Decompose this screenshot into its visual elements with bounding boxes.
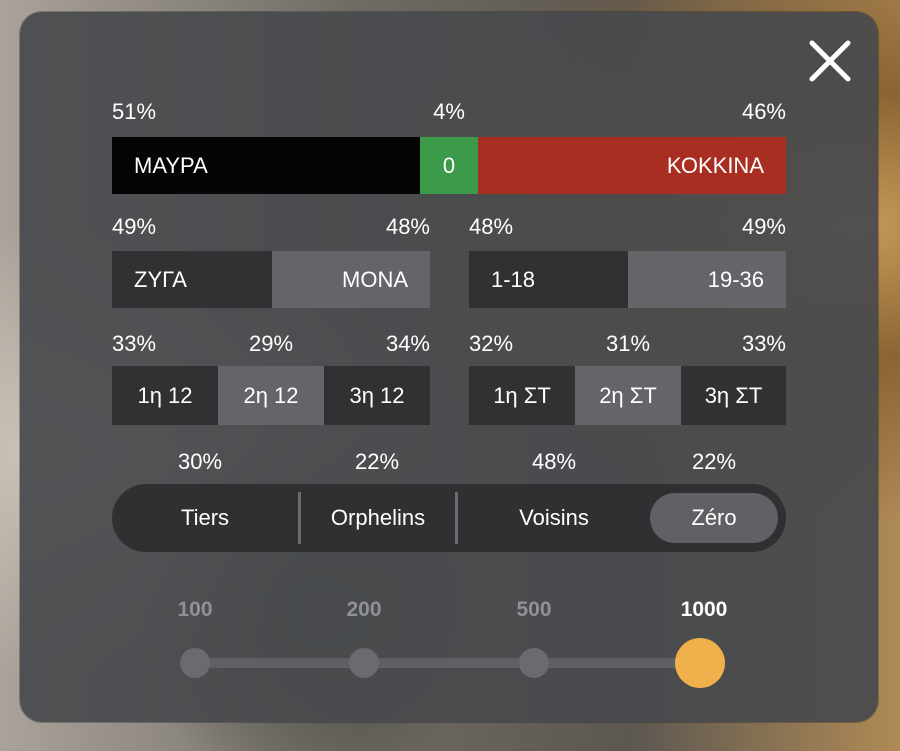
dozen-1-percent: 33% bbox=[112, 331, 157, 356]
dozen-2-percent: 29% bbox=[248, 331, 294, 356]
rounds-stop-200[interactable] bbox=[349, 648, 379, 678]
voisins-option[interactable]: Voisins bbox=[458, 484, 650, 552]
tiers-percent: 30% bbox=[177, 449, 223, 474]
zero-game-percent: 22% bbox=[691, 449, 737, 474]
column-3-percent: 33% bbox=[741, 331, 786, 356]
low-bet-label: 1-18 bbox=[491, 266, 536, 292]
red-percent: 46% bbox=[741, 99, 786, 124]
column-3-bet[interactable]: 3η ΣΤ bbox=[681, 366, 786, 425]
even-bet[interactable]: ΖΥΓΑ bbox=[112, 251, 272, 308]
column-2-label: 2η ΣΤ bbox=[599, 382, 657, 408]
rounds-stop-100[interactable] bbox=[180, 648, 210, 678]
close-icon bbox=[809, 40, 851, 82]
red-bet-label: ΚΟΚΚΙΝΑ bbox=[666, 152, 764, 178]
even-bet-label: ΖΥΓΑ bbox=[134, 266, 187, 292]
high-bet-label: 19-36 bbox=[707, 266, 764, 292]
voisins-label: Voisins bbox=[519, 505, 589, 530]
dozen-2-bet[interactable]: 2η 12 bbox=[218, 366, 324, 425]
black-bet[interactable]: ΜΑΥΡΑ bbox=[112, 137, 420, 194]
odd-bet-label: ΜΟΝΑ bbox=[342, 266, 408, 292]
tiers-label: Tiers bbox=[180, 505, 230, 530]
dozen-1-label: 1η 12 bbox=[137, 382, 193, 408]
column-1-percent: 32% bbox=[469, 331, 514, 356]
dozen-1-bet[interactable]: 1η 12 bbox=[112, 366, 218, 425]
rounds-option-100-label: 100 bbox=[177, 598, 213, 621]
zero-bet-label: 0 bbox=[442, 152, 456, 178]
dozen-3-percent: 34% bbox=[385, 331, 430, 356]
dozen-3-bet[interactable]: 3η 12 bbox=[324, 366, 430, 425]
high-percent: 49% bbox=[741, 214, 786, 239]
low-bet[interactable]: 1-18 bbox=[469, 251, 628, 308]
column-1-label: 1η ΣΤ bbox=[493, 382, 551, 408]
rounds-option-1000-label: 1000 bbox=[680, 598, 728, 621]
orphelins-option[interactable]: Orphelins bbox=[301, 484, 455, 552]
voisins-percent: 48% bbox=[531, 449, 577, 474]
column-2-bet[interactable]: 2η ΣΤ bbox=[575, 366, 681, 425]
column-1-bet[interactable]: 1η ΣΤ bbox=[469, 366, 575, 425]
rounds-slider-track[interactable] bbox=[195, 658, 705, 668]
black-percent: 51% bbox=[112, 99, 157, 124]
dozen-3-label: 3η 12 bbox=[349, 382, 405, 408]
zero-bet[interactable]: 0 bbox=[420, 137, 478, 194]
rounds-stop-500[interactable] bbox=[519, 648, 549, 678]
rounds-slider-handle[interactable] bbox=[675, 638, 725, 688]
rounds-option-500-label: 500 bbox=[516, 598, 552, 621]
odd-bet[interactable]: ΜΟΝΑ bbox=[272, 251, 430, 308]
close-button[interactable] bbox=[806, 38, 854, 84]
red-bet[interactable]: ΚΟΚΚΙΝΑ bbox=[478, 137, 786, 194]
black-bet-label: ΜΑΥΡΑ bbox=[134, 152, 208, 178]
high-bet[interactable]: 19-36 bbox=[628, 251, 786, 308]
zero-percent: 4% bbox=[433, 99, 465, 124]
zero-game-option[interactable]: Zéro bbox=[650, 493, 778, 543]
low-percent: 48% bbox=[469, 214, 514, 239]
rounds-option-200-label: 200 bbox=[346, 598, 382, 621]
racetrack-bet-selector: Tiers Orphelins Voisins Zéro bbox=[112, 484, 786, 552]
tiers-option[interactable]: Tiers bbox=[112, 484, 298, 552]
zero-game-label: Zéro bbox=[691, 505, 737, 530]
odd-percent: 48% bbox=[385, 214, 430, 239]
column-2-percent: 31% bbox=[605, 331, 651, 356]
dozen-2-label: 2η 12 bbox=[243, 382, 299, 408]
even-percent: 49% bbox=[112, 214, 157, 239]
orphelins-percent: 22% bbox=[354, 449, 400, 474]
column-3-label: 3η ΣΤ bbox=[704, 382, 763, 408]
orphelins-label: Orphelins bbox=[330, 505, 426, 530]
